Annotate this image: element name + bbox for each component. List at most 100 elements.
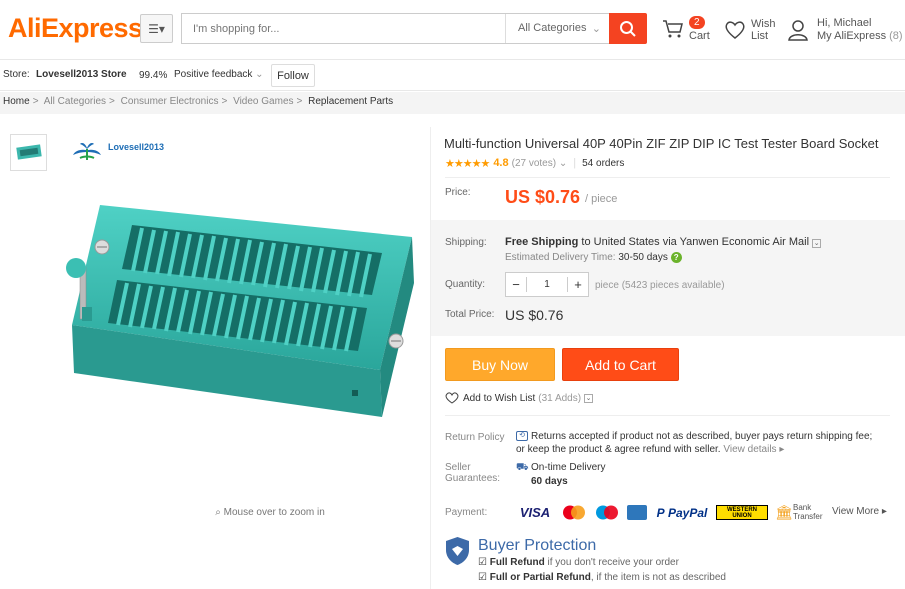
add-to-cart-button[interactable]: Add to Cart bbox=[562, 348, 679, 381]
breadcrumb-all-categories[interactable]: All Categories bbox=[44, 96, 106, 107]
breadcrumb-home[interactable]: Home bbox=[3, 96, 30, 107]
product-thumbnail[interactable] bbox=[10, 134, 47, 171]
cart-label: Cart bbox=[689, 30, 710, 42]
cart-icon bbox=[663, 20, 683, 38]
return-policy-line-1: Returns accepted if product not as descr… bbox=[531, 431, 873, 442]
category-menu-button[interactable]: ☰▾ bbox=[140, 14, 173, 43]
payment-methods: VISA P PayPal WESTERN UNION 🏛 Bank Trans… bbox=[516, 503, 896, 523]
pieces-available-count: (5423 pieces available) bbox=[621, 280, 725, 291]
shipping-destination: to United States via Yanwen Economic Air… bbox=[581, 236, 810, 248]
ontime-days: 60 days bbox=[531, 476, 568, 487]
add-to-wishlist[interactable]: Add to Wish List (31 Adds) ⌄ bbox=[445, 392, 594, 404]
feedback-label: Positive feedback bbox=[174, 69, 253, 80]
help-icon[interactable]: ? bbox=[670, 252, 682, 263]
feedback-dropdown[interactable]: Positive feedback ⌄ bbox=[174, 69, 264, 80]
mastercard-icon bbox=[561, 505, 587, 520]
brand-logo: Lovesell2013 bbox=[70, 140, 164, 165]
bank-icon: 🏛 bbox=[775, 504, 793, 520]
wishlist-text: Add to Wish List bbox=[463, 392, 536, 404]
cart-link[interactable]: 2 Cart bbox=[662, 16, 722, 46]
payment-label: Payment: bbox=[445, 507, 488, 518]
breadcrumb-replacement-parts[interactable]: Replacement Parts bbox=[308, 96, 393, 107]
chevron-down-icon: ⌄ bbox=[255, 69, 264, 80]
partial-refund-desc: , if the item is not as described bbox=[590, 572, 726, 583]
delivery-truck-icon: ⛟ bbox=[516, 462, 529, 473]
follow-button[interactable]: Follow bbox=[271, 64, 315, 87]
orders-count: 54 orders bbox=[582, 157, 625, 169]
seller-label-2: Guarantees: bbox=[445, 473, 501, 484]
search-category-label: All Categories bbox=[518, 22, 587, 34]
aliexpress-logo[interactable]: AliExpress™ bbox=[8, 13, 151, 44]
search-category-select[interactable]: All Categories ⌄ bbox=[505, 14, 611, 43]
search-icon bbox=[620, 20, 636, 37]
account-label: My AliExpress (8) bbox=[817, 30, 903, 42]
cart-count-badge: 2 bbox=[689, 16, 705, 29]
product-image[interactable] bbox=[62, 195, 422, 445]
delivery-days: 30-50 days bbox=[618, 252, 668, 263]
rating-row: ★★★★★ 4.8 (27 votes) ⌄ | 54 orders bbox=[445, 156, 624, 170]
logo-text: AliExpress bbox=[8, 13, 143, 43]
account-link[interactable]: Hi, Michael My AliExpress (8) bbox=[788, 16, 903, 44]
brand-logo-icon bbox=[73, 143, 101, 160]
account-count: (8) bbox=[889, 30, 903, 42]
shield-icon bbox=[445, 536, 470, 566]
votes-dropdown[interactable]: (27 votes) ⌄ bbox=[512, 158, 568, 169]
ontime-delivery: On-time Delivery bbox=[531, 462, 606, 473]
paypal-text: PayPal bbox=[667, 505, 708, 520]
store-prefix: Store: bbox=[3, 69, 30, 80]
greeting: Hi, Michael bbox=[817, 17, 872, 29]
view-more-text: View More bbox=[832, 506, 880, 517]
return-policy-line-2: or keep the product & agree refund with … bbox=[516, 444, 721, 455]
buy-now-button[interactable]: Buy Now bbox=[445, 348, 555, 381]
caret-right-icon: ▸ bbox=[881, 506, 887, 517]
chevron-down-icon: ⌄ bbox=[558, 157, 568, 169]
product-title: Multi-function Universal 40P 40Pin ZIF Z… bbox=[444, 136, 879, 151]
my-aliexpress-text: My AliExpress bbox=[817, 30, 887, 42]
visa-icon: VISA bbox=[519, 505, 551, 520]
price-unit: / piece bbox=[585, 193, 618, 205]
partial-refund-title: Full or Partial Refund bbox=[489, 572, 591, 583]
breadcrumb-video-games[interactable]: Video Games bbox=[233, 96, 293, 107]
return-policy-label: Return Policy bbox=[445, 432, 505, 443]
store-bar: Store: Lovesell2013 Store 99.4% Positive… bbox=[0, 60, 905, 91]
free-shipping-text: Free Shipping bbox=[505, 236, 579, 248]
paypal-icon: P PayPal bbox=[656, 505, 708, 520]
breadcrumb: Home > All Categories > Consumer Electroni… bbox=[0, 92, 905, 114]
brand-name: Lovesell2013 bbox=[108, 142, 165, 152]
heart-icon bbox=[445, 392, 459, 404]
zif-socket-image bbox=[66, 205, 414, 417]
breadcrumb-consumer-electronics[interactable]: Consumer Electronics bbox=[121, 96, 219, 107]
search-button[interactable] bbox=[609, 13, 647, 44]
quantity-unit: piece bbox=[595, 280, 619, 291]
decrease-button[interactable]: − bbox=[506, 277, 527, 292]
divider bbox=[445, 177, 890, 178]
increase-button[interactable]: + bbox=[567, 277, 588, 292]
view-more-link[interactable]: View More ▸ bbox=[832, 506, 887, 517]
amex-icon bbox=[627, 505, 647, 520]
seller-label-1: Seller bbox=[445, 462, 471, 473]
view-details-link[interactable]: View details ▸ bbox=[723, 444, 784, 455]
total-price: US $0.76 bbox=[505, 307, 564, 323]
quantity-value[interactable]: 1 bbox=[527, 279, 567, 290]
price-label: Price: bbox=[445, 187, 471, 198]
price: US $0.76 bbox=[505, 187, 581, 207]
wishlist-count: (31 Adds) bbox=[538, 392, 582, 404]
western-union-icon: WESTERN UNION bbox=[716, 505, 768, 520]
heart-icon bbox=[725, 21, 745, 39]
full-refund-desc: if you don't receive your order bbox=[547, 557, 679, 568]
quantity-label: Quantity: bbox=[445, 279, 486, 290]
chevron-down-icon: ⌄ bbox=[584, 393, 594, 403]
rating-value: 4.8 bbox=[493, 157, 509, 169]
wishlist-label-1: Wish bbox=[751, 18, 776, 30]
search-input[interactable] bbox=[182, 14, 504, 43]
quantity-stepper: − 1 + bbox=[505, 272, 589, 297]
buyer-protection-title: Buyer Protection bbox=[478, 537, 597, 554]
search-icon: ⌕ bbox=[215, 507, 221, 518]
wishlist-link[interactable]: Wish List bbox=[724, 16, 776, 44]
view-details-text: View details bbox=[723, 444, 777, 455]
divider bbox=[445, 415, 890, 416]
caret-right-icon: ▸ bbox=[779, 444, 785, 455]
full-refund-row: ☑ Full Refund if you don't receive your … bbox=[478, 557, 679, 568]
store-name[interactable]: Lovesell2013 Store bbox=[36, 69, 127, 80]
shipping-method[interactable]: Free Shipping to United States via Yanwe… bbox=[505, 236, 822, 248]
